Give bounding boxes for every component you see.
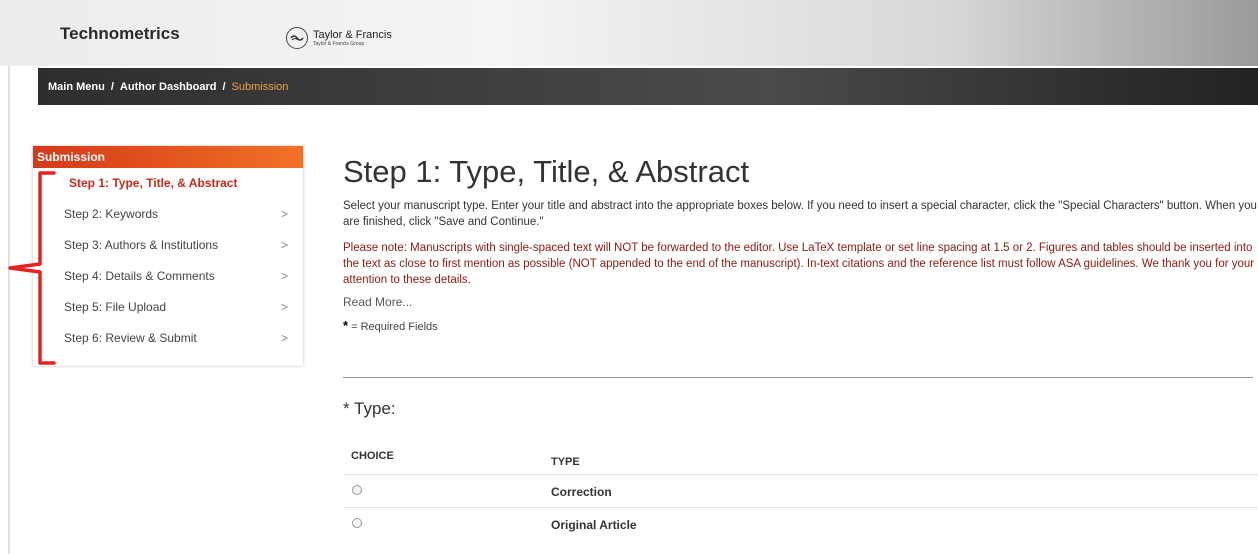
instructions-text: Select your manuscript type. Enter your … <box>343 200 1257 228</box>
breadcrumb: Main Menu / Author Dashboard / Submissio… <box>38 68 1258 105</box>
publisher-logo[interactable]: Taylor & Francis Taylor & Francis Group <box>286 24 392 52</box>
taylor-francis-logo-icon <box>286 27 308 49</box>
section-divider <box>343 377 1253 378</box>
manuscript-type-table: CHOICE TYPE Correction Original Article <box>343 440 1258 540</box>
sidebar-step-label: Step 1: Type, Title, & Abstract <box>69 176 238 190</box>
chevron-right-icon: > <box>281 207 289 221</box>
sidebar-step-4[interactable]: Step 4: Details & Comments > <box>33 261 303 292</box>
chevron-right-icon: > <box>281 238 289 252</box>
sidebar-step-2[interactable]: Step 2: Keywords > <box>33 199 303 230</box>
sidebar-step-label: Step 4: Details & Comments <box>64 269 215 283</box>
type-cell: Original Article <box>551 518 637 532</box>
required-fields-text: = Required Fields <box>351 321 438 333</box>
column-header-choice: CHOICE <box>351 450 394 462</box>
journal-title[interactable]: Technometrics <box>60 24 180 44</box>
sidebar-step-3[interactable]: Step 3: Authors & Institutions > <box>33 230 303 261</box>
sidebar-step-label: Step 6: Review & Submit <box>64 331 197 345</box>
sidebar-step-5[interactable]: Step 5: File Upload > <box>33 292 303 323</box>
page-edge <box>8 0 10 554</box>
breadcrumb-submission: Submission <box>231 80 289 93</box>
sidebar-step-6[interactable]: Step 6: Review & Submit > <box>33 323 303 354</box>
sidebar-step-label: Step 5: File Upload <box>64 300 167 314</box>
sidebar-step-label: Step 3: Authors & Institutions <box>64 238 219 252</box>
radio-correction[interactable] <box>352 485 362 495</box>
publisher-subtitle: Taylor & Francis Group <box>313 41 365 47</box>
page-title: Step 1: Type, Title, & Abstract <box>343 154 750 189</box>
breadcrumb-separator: / <box>222 80 226 93</box>
column-header-type: TYPE <box>551 456 580 468</box>
table-row: Original Article <box>343 507 1258 540</box>
submission-steps-sidebar: Submission Step 1: Type, Title, & Abstra… <box>33 146 303 366</box>
read-more-link[interactable]: Read More... <box>343 295 1258 309</box>
sidebar-step-1[interactable]: Step 1: Type, Title, & Abstract <box>33 168 303 199</box>
table-header-row: CHOICE TYPE <box>343 440 1258 474</box>
top-header: Technometrics Taylor & Francis Taylor & … <box>0 0 1258 66</box>
table-row: Correction <box>343 474 1258 507</box>
publisher-name: Taylor & Francis <box>313 29 392 41</box>
required-fields-legend: * = Required Fields <box>343 318 1258 333</box>
breadcrumb-separator: / <box>110 80 114 93</box>
main-content: Step 1: Type, Title, & Abstract Select y… <box>343 150 1258 532</box>
type-field-label: * Type: <box>343 399 396 418</box>
sidebar-header: Submission <box>33 146 303 168</box>
breadcrumb-main-menu[interactable]: Main Menu <box>48 81 105 93</box>
chevron-right-icon: > <box>281 331 289 345</box>
required-star: * <box>343 318 349 333</box>
radio-original-article[interactable] <box>352 518 362 528</box>
breadcrumb-author-dashboard[interactable]: Author Dashboard <box>120 81 217 93</box>
submission-note: Please note: Manuscripts with single-spa… <box>343 242 1255 286</box>
sidebar-step-label: Step 2: Keywords <box>64 207 159 221</box>
chevron-right-icon: > <box>281 300 289 314</box>
type-cell: Correction <box>551 485 612 499</box>
chevron-right-icon: > <box>281 269 289 283</box>
